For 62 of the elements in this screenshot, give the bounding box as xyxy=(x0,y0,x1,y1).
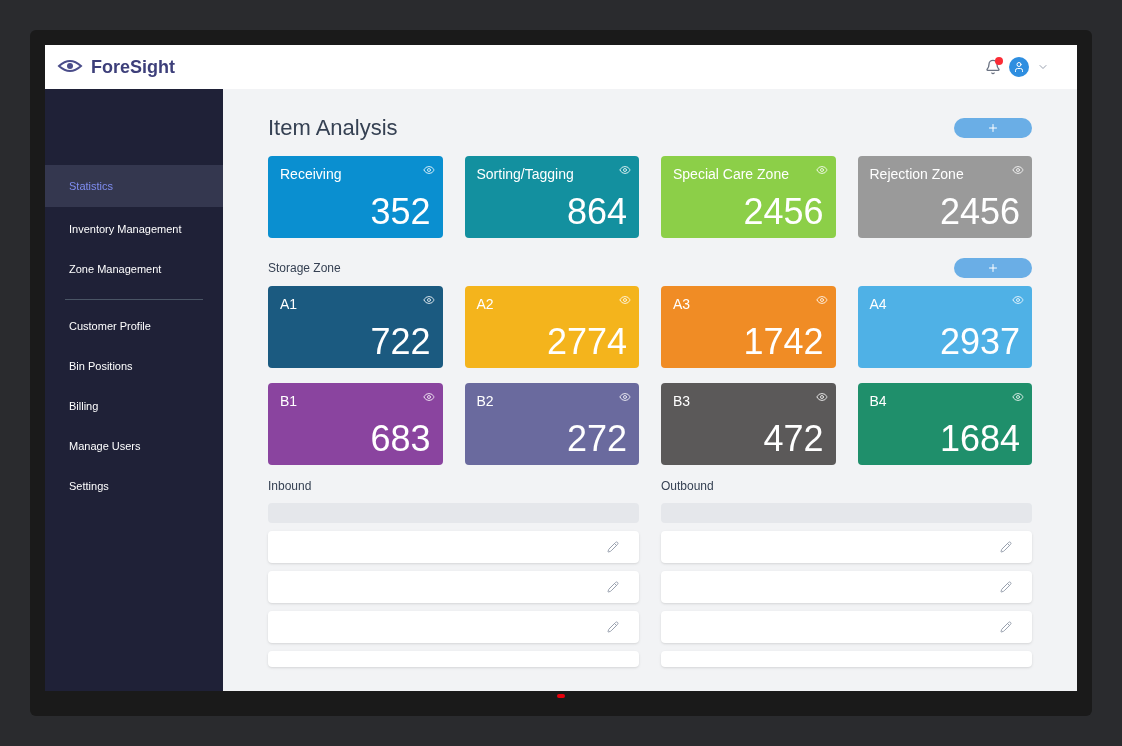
eye-icon xyxy=(1012,391,1024,403)
card-value: 2774 xyxy=(546,324,627,360)
sidebar-item[interactable]: Billing xyxy=(45,388,223,424)
sidebar-item[interactable]: Bin Positions xyxy=(45,348,223,384)
card-value: 864 xyxy=(566,194,627,230)
eye-icon xyxy=(619,294,631,306)
eye-icon xyxy=(815,294,828,306)
eye-icon xyxy=(422,294,435,306)
eye-icon xyxy=(422,164,435,176)
card-title: Receiving xyxy=(280,165,342,184)
card-value: 472 xyxy=(763,421,824,457)
card-value: 722 xyxy=(370,324,431,360)
table-title: Outbound xyxy=(661,478,715,495)
edit-icon[interactable] xyxy=(1000,621,1012,633)
eye-icon xyxy=(619,164,631,176)
sidebar-item[interactable]: Settings xyxy=(45,468,223,504)
page-title: Item Analysis xyxy=(268,114,398,142)
section-title: Storage Zone xyxy=(268,260,341,277)
card-value: 2456 xyxy=(743,194,824,230)
edit-icon[interactable] xyxy=(607,581,619,593)
edit-icon[interactable] xyxy=(607,621,619,633)
table-title: Inbound xyxy=(268,478,313,495)
card-title: A1 xyxy=(280,295,298,314)
card-title: Sorting/Tagging xyxy=(476,165,574,184)
eye-icon xyxy=(815,164,828,176)
card-value: 272 xyxy=(566,421,627,457)
logo-text: ForeSight xyxy=(91,55,175,79)
sidebar-item[interactable]: Manage Users xyxy=(45,428,223,464)
card-value: 1684 xyxy=(939,421,1020,457)
add-button[interactable] xyxy=(954,117,1032,138)
edit-icon[interactable] xyxy=(1000,581,1012,593)
card-value: 2456 xyxy=(939,194,1020,230)
bell-icon[interactable] xyxy=(985,59,1001,75)
card-title: Rejection Zone xyxy=(869,165,964,184)
card-title: B3 xyxy=(673,392,691,411)
power-light xyxy=(557,694,565,698)
sidebar-item[interactable]: Customer Profile xyxy=(45,308,223,344)
eye-icon xyxy=(1012,164,1024,176)
plus-icon xyxy=(987,121,999,134)
sidebar-item[interactable]: Zone Management xyxy=(45,251,223,287)
card-value: 352 xyxy=(370,194,431,230)
card-title: B1 xyxy=(280,392,298,411)
plus-icon xyxy=(987,262,999,274)
avatar[interactable] xyxy=(1009,57,1029,77)
card-title: B2 xyxy=(476,392,494,411)
sidebar-item[interactable]: Inventory Management xyxy=(45,211,223,247)
card-value: 1742 xyxy=(743,324,824,360)
card-title: A2 xyxy=(476,295,494,314)
card-value: 683 xyxy=(370,421,431,457)
card-title: Special Care Zone xyxy=(673,165,789,184)
card-title: B4 xyxy=(869,392,887,411)
card-title: A4 xyxy=(869,295,887,314)
edit-icon[interactable] xyxy=(1000,541,1012,553)
eye-icon xyxy=(619,391,631,403)
add-button[interactable] xyxy=(954,258,1032,278)
card-value: 2937 xyxy=(939,324,1020,360)
eye-icon xyxy=(1012,294,1024,306)
eye-icon xyxy=(422,391,435,403)
sidebar-item[interactable]: Statistics xyxy=(45,165,223,207)
edit-icon[interactable] xyxy=(607,541,619,553)
eye-icon xyxy=(815,391,828,403)
card-title: A3 xyxy=(673,295,691,314)
